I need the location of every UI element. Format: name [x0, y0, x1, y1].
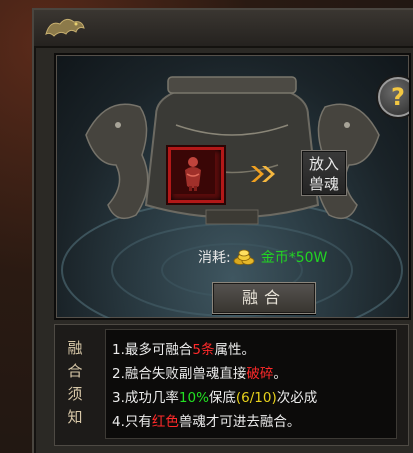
note-line-4: 4.只有红色兽魂才可进去融合。: [112, 410, 300, 430]
cost-value: 金币*50W: [260, 250, 328, 266]
note-highlight: 10%: [178, 390, 209, 406]
note-highlight: (6/10): [235, 390, 277, 406]
note-text: 2.融合失败副兽魂直接: [112, 366, 247, 382]
help-button[interactable]: ?: [378, 77, 409, 117]
note-text: 保底: [208, 390, 236, 406]
notes-panel: 融 合 须 知 1.最多可融合5条属性。 2.融合失败副兽魂直接破碎。 3.成功…: [54, 324, 409, 446]
note-text: 3.成功几率: [112, 390, 179, 406]
note-highlight: 破碎: [246, 366, 274, 382]
fusion-window: ? 放入 兽魂 消耗: 金币*50W 融合 融 合 须 知 1.最多可融合5条属…: [32, 8, 413, 453]
notes-title-char: 合: [67, 362, 83, 380]
note-line-2: 2.融合失败副兽魂直接破碎。: [112, 362, 287, 382]
cost-row: 消耗: 金币*50W: [198, 247, 327, 267]
fusion-area: ? 放入 兽魂 消耗: 金币*50W 融合: [54, 53, 411, 320]
note-highlight: 红色: [151, 414, 179, 430]
put-soul-label-line2: 兽魂: [308, 175, 339, 193]
put-soul-button[interactable]: 放入 兽魂: [301, 150, 347, 196]
cost-label: 消耗:: [198, 250, 231, 266]
notes-title: 融 合 须 知: [65, 337, 85, 429]
note-text: 次必成: [276, 390, 318, 406]
question-mark-icon: ?: [391, 83, 405, 111]
note-line-3: 3.成功几率10%保底(6/10)次必成: [112, 386, 317, 406]
note-text: 1.最多可融合: [112, 342, 193, 358]
note-text: 属性。: [214, 342, 255, 358]
notes-title-char: 知: [67, 408, 83, 426]
game-stage: ? 放入 兽魂 消耗: 金币*50W 融合 融 合 须 知 1.最多可融合5条属…: [0, 0, 413, 453]
fuse-button[interactable]: 融合: [212, 282, 316, 314]
window-header[interactable]: [34, 10, 413, 48]
arrow-right-icon: [251, 166, 275, 182]
notes-text-box: 1.最多可融合5条属性。 2.融合失败副兽魂直接破碎。 3.成功几率10%保底(…: [105, 329, 397, 439]
altar-artwork: [61, 76, 403, 318]
note-text: 。: [273, 366, 287, 382]
beast-soul-item-icon: [171, 150, 215, 194]
put-soul-label-line1: 放入: [308, 155, 339, 173]
notes-title-char: 须: [67, 385, 83, 403]
gold-coins-icon: [233, 249, 255, 265]
note-line-1: 1.最多可融合5条属性。: [112, 338, 255, 358]
note-text: 4.只有: [112, 414, 152, 430]
beast-soul-slot[interactable]: [168, 147, 224, 203]
note-highlight: 5条: [192, 342, 215, 358]
notes-title-char: 融: [67, 339, 83, 357]
note-text: 兽魂才可进去融合。: [178, 414, 301, 430]
dragon-ornament-icon: [45, 18, 85, 37]
